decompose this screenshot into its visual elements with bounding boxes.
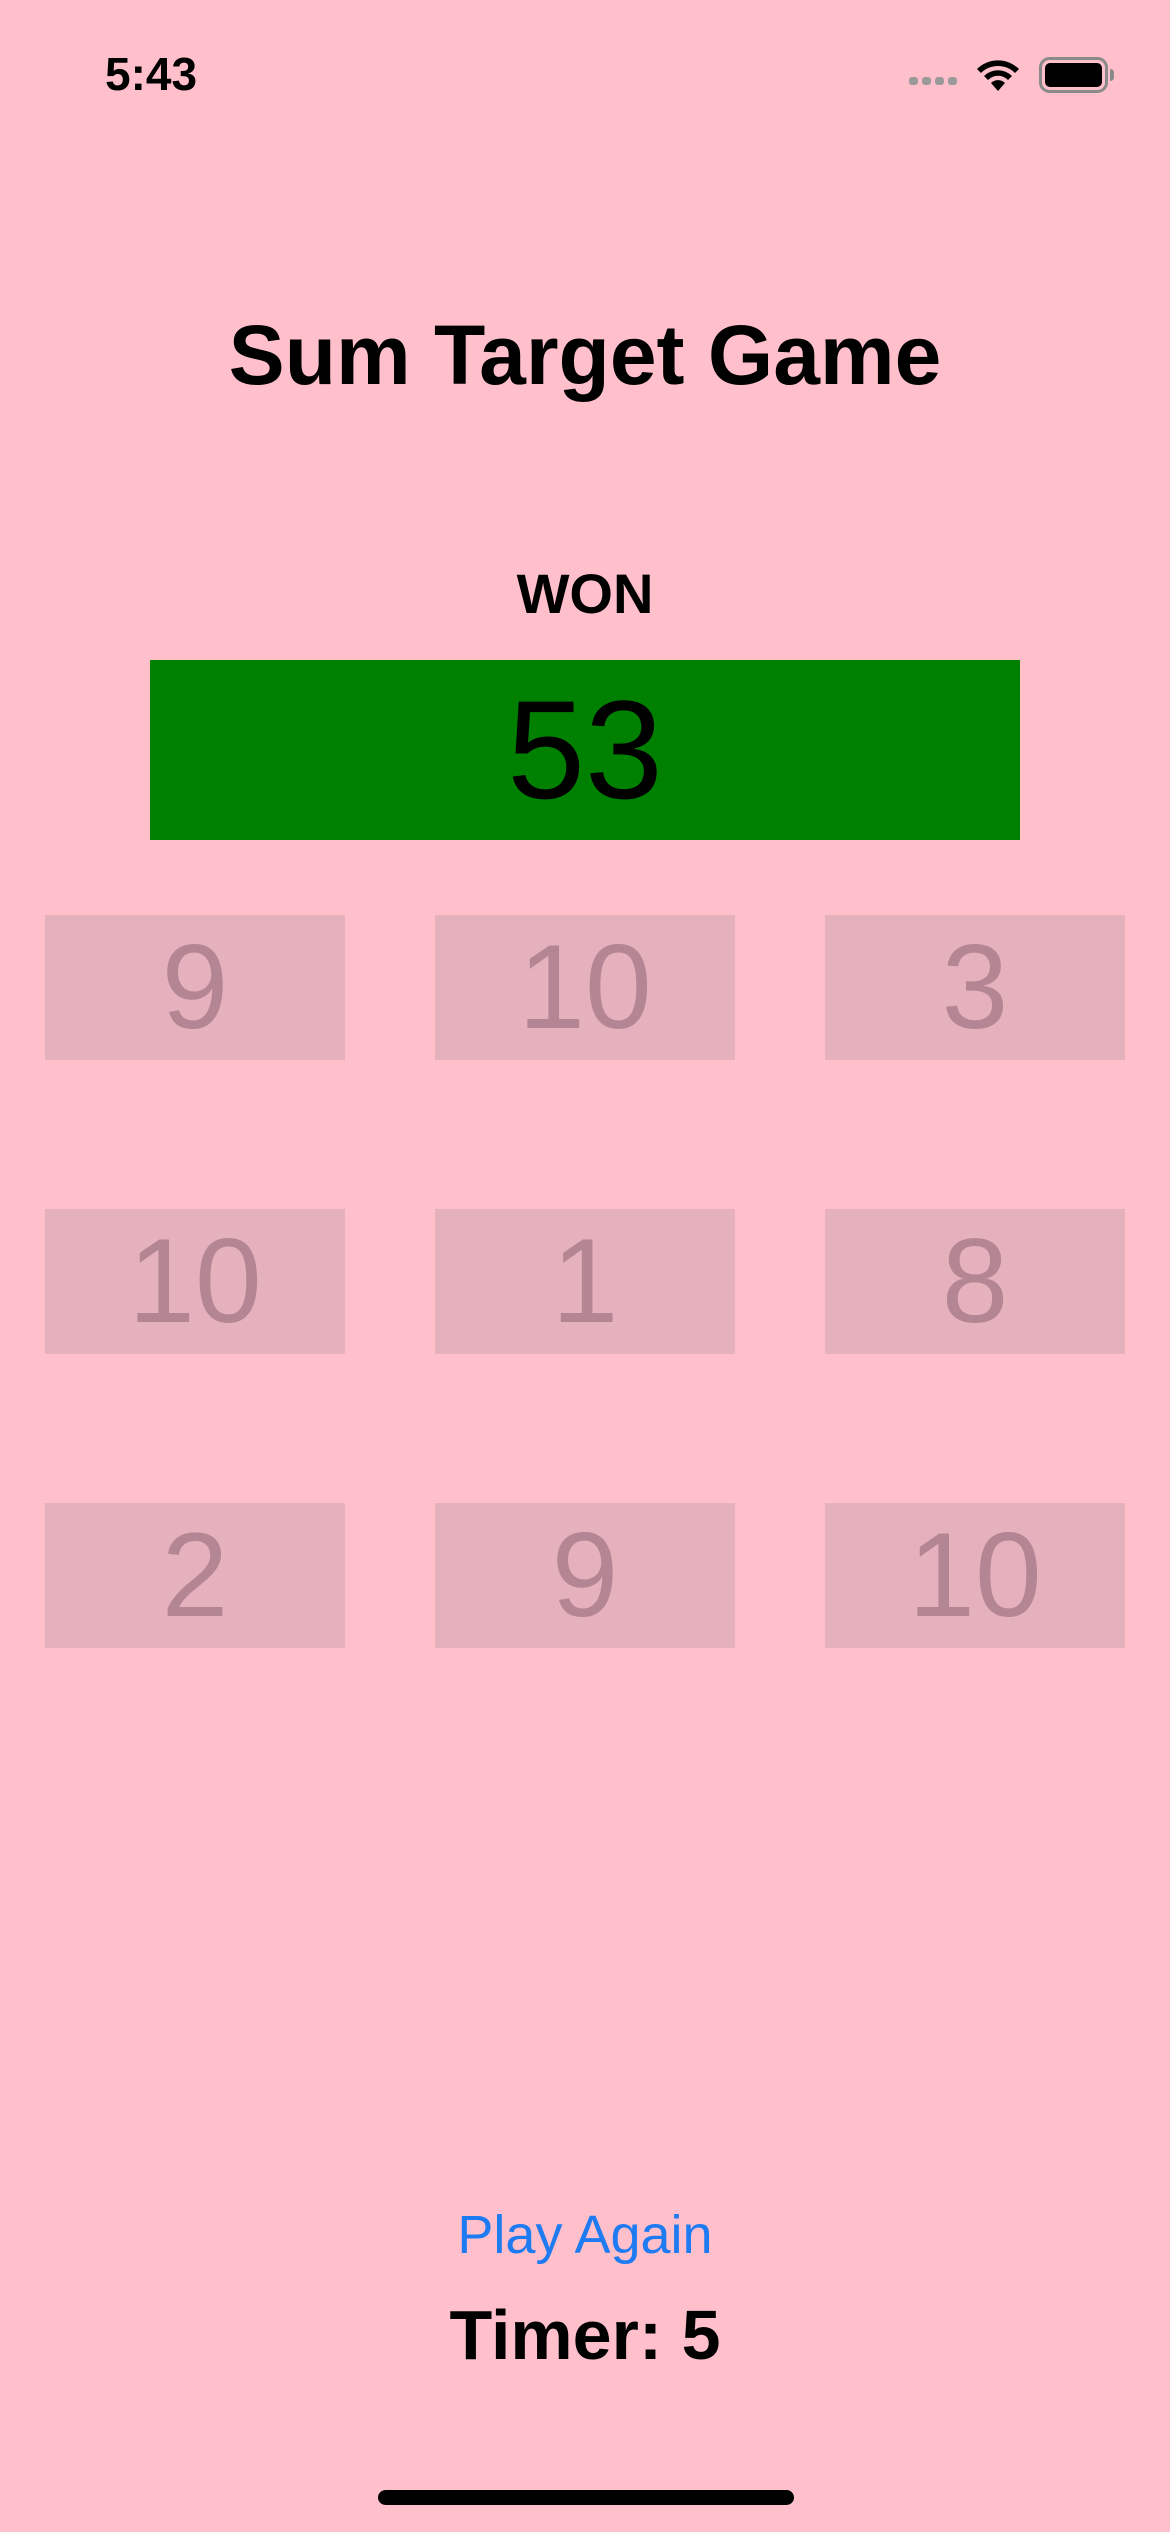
- number-tile[interactable]: 10: [435, 915, 735, 1060]
- timer-label: Timer: 5: [449, 2296, 721, 2374]
- game-status-label: WON: [516, 562, 654, 625]
- target-sum-value: 53: [507, 671, 663, 828]
- number-tile[interactable]: 10: [825, 1503, 1125, 1648]
- number-tile[interactable]: 3: [825, 915, 1125, 1060]
- number-tile[interactable]: 2: [45, 1503, 345, 1648]
- status-bar-icons: [909, 52, 1115, 98]
- number-tile[interactable]: 9: [45, 915, 345, 1060]
- number-tile[interactable]: 9: [435, 1503, 735, 1648]
- game-title: Sum Target Game: [228, 308, 942, 402]
- number-tile[interactable]: 10: [45, 1209, 345, 1354]
- number-grid: 9 10 3 10 1 8 2 9 10: [45, 915, 1125, 1648]
- cellular-signal-icon: [909, 65, 957, 85]
- number-tile[interactable]: 1: [435, 1209, 735, 1354]
- battery-icon: [1039, 57, 1115, 93]
- home-indicator[interactable]: [378, 2490, 794, 2505]
- number-tile[interactable]: 8: [825, 1209, 1125, 1354]
- play-again-button[interactable]: Play Again: [0, 2200, 1170, 2270]
- target-sum-display: 53: [150, 660, 1020, 840]
- status-bar-time: 5:43: [105, 48, 198, 100]
- wifi-icon: [975, 57, 1021, 93]
